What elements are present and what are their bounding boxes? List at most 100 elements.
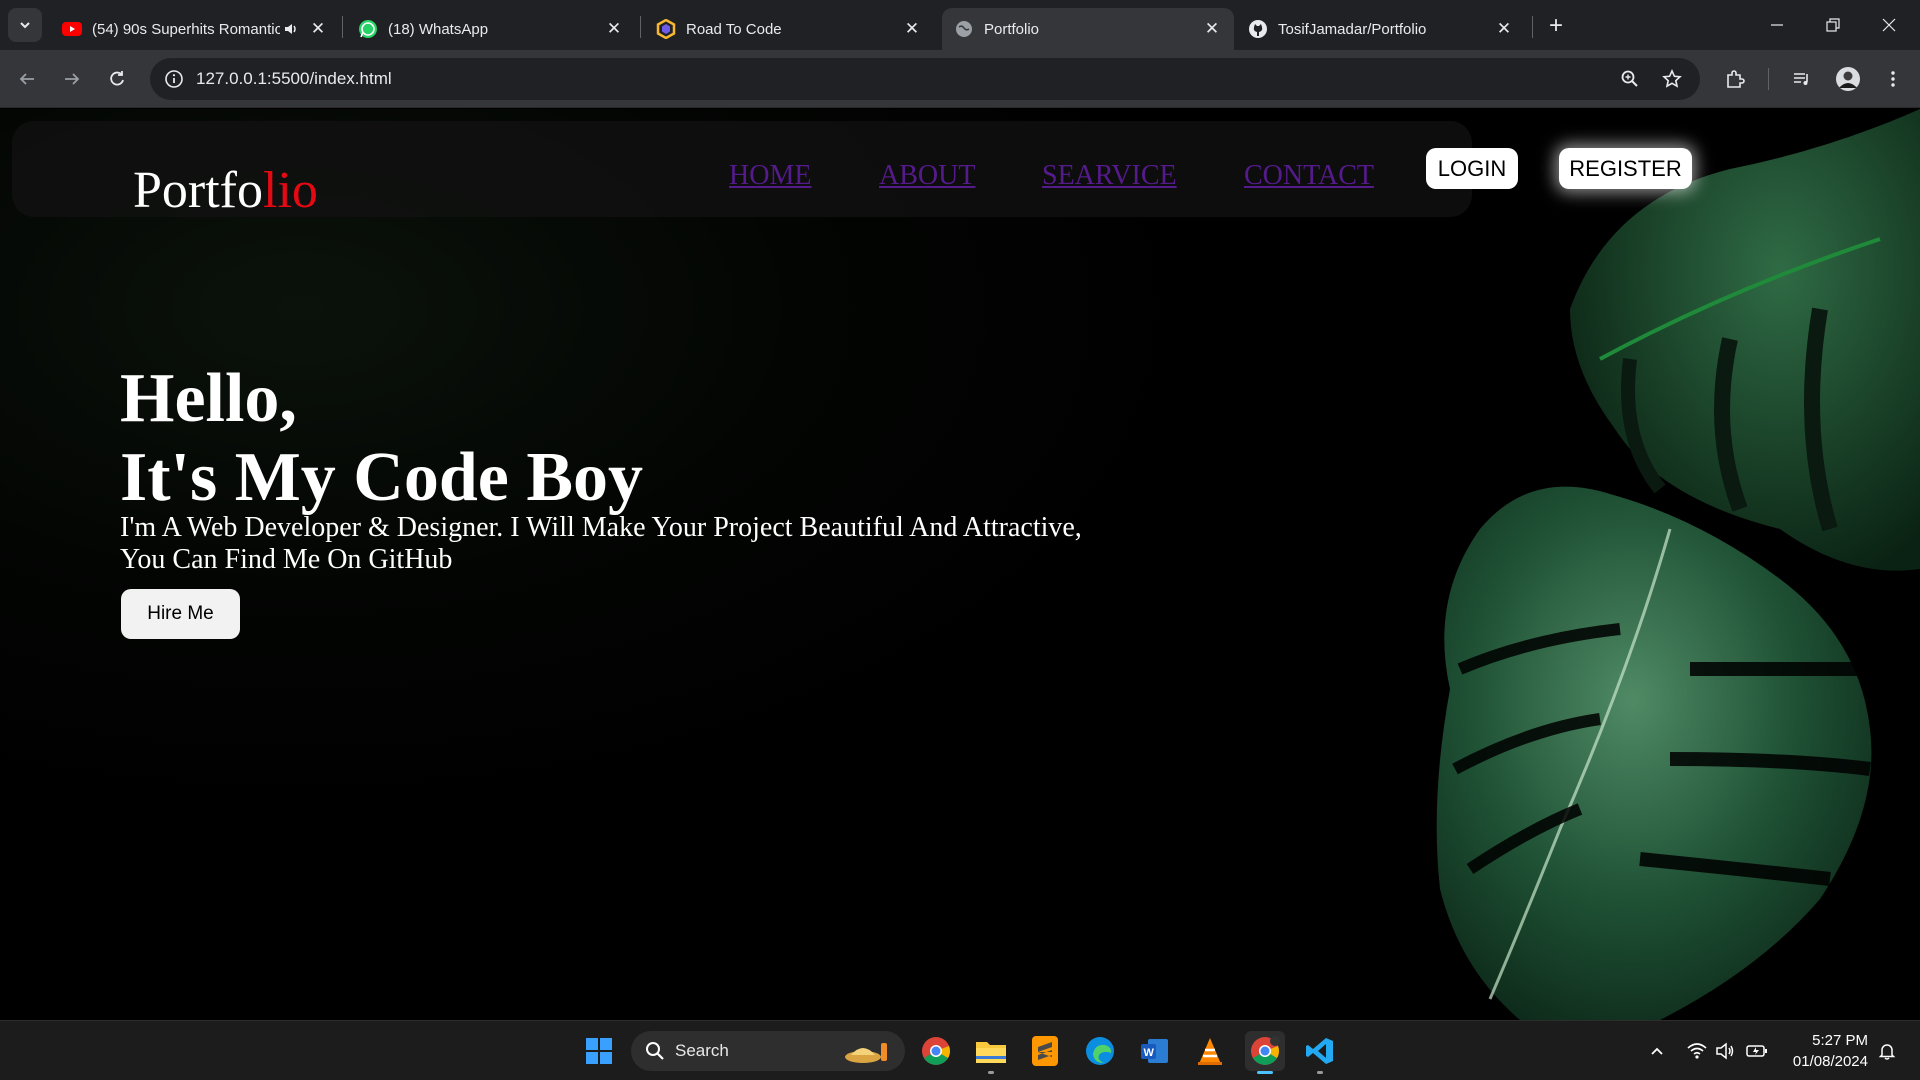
taskbar-vscode[interactable] xyxy=(1300,1031,1340,1074)
browser-tab-strip: (54) 90s Superhits Romantic ✕ (18) Whats… xyxy=(0,0,1920,50)
close-window-button[interactable] xyxy=(1861,0,1917,50)
taskbar-word[interactable]: W xyxy=(1135,1031,1175,1071)
tab-road-to-code[interactable]: Road To Code ✕ xyxy=(644,8,934,50)
whatsapp-icon xyxy=(358,19,378,39)
taskbar-search[interactable]: Search xyxy=(631,1031,905,1071)
taskbar-edge[interactable] xyxy=(1080,1031,1120,1071)
toolbar-divider xyxy=(1768,68,1769,90)
notifications-icon[interactable] xyxy=(1875,1039,1899,1063)
windows-taskbar: Search W 5:27 PM 01/08/2024 xyxy=(0,1020,1920,1080)
avatar-icon xyxy=(1836,67,1860,91)
show-hidden-icons-button[interactable] xyxy=(1645,1039,1669,1063)
reload-icon xyxy=(110,71,124,86)
tab-divider xyxy=(640,16,641,38)
site-logo[interactable]: Portfolio xyxy=(133,161,318,220)
word-icon: W xyxy=(1141,1039,1168,1063)
profile-avatar[interactable] xyxy=(1831,62,1865,96)
nav-link-contact[interactable]: CONTACT xyxy=(1244,160,1374,192)
wifi-icon[interactable] xyxy=(1685,1039,1709,1063)
active-indicator xyxy=(1257,1071,1273,1074)
clock-date: 01/08/2024 xyxy=(1792,1053,1868,1070)
github-icon xyxy=(1248,19,1268,39)
arrow-right-icon xyxy=(65,73,80,85)
restore-icon xyxy=(1826,18,1840,32)
close-tab-icon[interactable]: ✕ xyxy=(604,19,624,39)
chrome-icon xyxy=(922,1037,950,1065)
forward-button[interactable] xyxy=(55,62,89,96)
login-button[interactable]: LOGIN xyxy=(1426,148,1518,189)
volume-icon[interactable] xyxy=(1713,1039,1737,1063)
tab-portfolio[interactable]: Portfolio ✕ xyxy=(942,8,1234,50)
hero-title: It's My Code Boy xyxy=(120,439,644,516)
nav-link-home[interactable]: HOME xyxy=(729,160,811,192)
extensions-button[interactable] xyxy=(1718,62,1752,96)
running-indicator xyxy=(1317,1071,1323,1074)
taskbar-clock[interactable]: 5:27 PM 01/08/2024 xyxy=(1778,1030,1868,1072)
chrome-icon xyxy=(1251,1036,1280,1065)
tab-divider xyxy=(1532,16,1533,38)
zoom-icon[interactable] xyxy=(1613,62,1647,96)
battery-icon[interactable] xyxy=(1745,1039,1769,1063)
url-text[interactable]: 127.0.0.1:5500/index.html xyxy=(196,69,392,89)
tab-search-button[interactable] xyxy=(8,8,42,42)
chrome-menu-button[interactable] xyxy=(1876,62,1910,96)
search-icon xyxy=(646,1042,664,1060)
globe-icon xyxy=(954,19,974,39)
hero-description-line: I'm A Web Developer & Designer. I Will M… xyxy=(120,512,1082,543)
edge-icon xyxy=(1086,1037,1114,1065)
tab-title: (18) WhatsApp xyxy=(388,20,489,38)
register-button[interactable]: REGISTER xyxy=(1559,148,1692,189)
reload-button[interactable] xyxy=(100,62,134,96)
search-label: Search xyxy=(675,1041,729,1060)
taskbar-chrome[interactable] xyxy=(916,1031,956,1071)
youtube-icon xyxy=(62,19,82,39)
logo-main-text: Portfo xyxy=(133,162,263,219)
close-tab-icon[interactable]: ✕ xyxy=(1494,19,1514,39)
tab-github[interactable]: TosifJamadar/Portfolio ✕ xyxy=(1236,8,1526,50)
more-vertical-icon xyxy=(1891,71,1895,87)
nav-link-service[interactable]: SEARVICE xyxy=(1042,160,1177,192)
back-button[interactable] xyxy=(10,62,44,96)
hero-description: I'm A Web Developer & Designer. I Will M… xyxy=(120,512,1120,576)
tab-divider xyxy=(342,16,343,38)
taskbar-vlc[interactable] xyxy=(1190,1031,1230,1071)
close-tab-icon[interactable]: ✕ xyxy=(902,19,922,39)
close-tab-icon[interactable]: ✕ xyxy=(1202,19,1222,39)
windows-logo-icon xyxy=(586,1038,612,1064)
hero-greeting: Hello, xyxy=(120,360,297,437)
taskbar-sublime-text[interactable] xyxy=(1025,1031,1065,1071)
taskbar-chrome-profile[interactable] xyxy=(1245,1031,1285,1074)
running-indicator xyxy=(988,1071,994,1074)
bookmark-star-icon[interactable] xyxy=(1655,62,1689,96)
minimize-icon xyxy=(1771,24,1783,26)
speaker-icon[interactable] xyxy=(280,21,302,37)
close-icon xyxy=(1882,18,1896,32)
site-info-icon[interactable] xyxy=(154,58,194,100)
site-header: Portfolio HOME ABOUT SEARVICE CONTACT xyxy=(12,121,1472,220)
clock-time: 5:27 PM xyxy=(1812,1032,1868,1049)
nav-link-about[interactable]: ABOUT xyxy=(879,160,975,192)
hexagon-logo-icon xyxy=(656,19,676,39)
media-queue-icon xyxy=(1794,73,1808,85)
close-tab-icon[interactable]: ✕ xyxy=(308,19,328,39)
hire-me-button[interactable]: Hire Me xyxy=(121,589,240,639)
tab-title: Portfolio xyxy=(984,20,1040,38)
taskbar-file-explorer[interactable] xyxy=(971,1031,1011,1074)
new-tab-button[interactable]: + xyxy=(1542,12,1570,40)
media-control-button[interactable] xyxy=(1785,62,1819,96)
arrow-left-icon xyxy=(19,73,34,85)
svg-text:W: W xyxy=(1144,1047,1155,1059)
tab-youtube[interactable]: (54) 90s Superhits Romantic ✕ xyxy=(50,8,340,50)
folder-icon xyxy=(976,1042,1006,1063)
hero-description-line: You Can Find Me On GitHub xyxy=(120,544,453,575)
sublime-text-icon xyxy=(1032,1036,1058,1066)
tab-whatsapp[interactable]: (18) WhatsApp ✕ xyxy=(346,8,636,50)
start-button[interactable] xyxy=(579,1031,619,1071)
address-bar[interactable]: 127.0.0.1:5500/index.html xyxy=(150,58,1700,100)
tab-title: (54) 90s Superhits Romantic xyxy=(92,20,280,38)
restore-button[interactable] xyxy=(1805,0,1861,50)
tab-title: TosifJamadar/Portfolio xyxy=(1278,20,1427,38)
minimize-button[interactable] xyxy=(1749,0,1805,50)
chevron-down-icon xyxy=(20,22,30,29)
tab-title: Road To Code xyxy=(686,20,782,38)
